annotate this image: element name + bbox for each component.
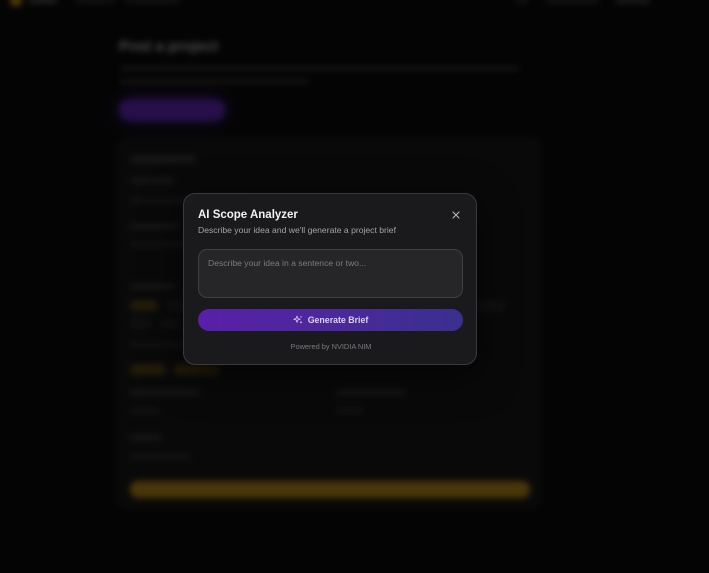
modal-subtitle: Describe your idea and we'll generate a … [198,225,396,235]
powered-by-label: Powered by NVIDIA NIM [290,342,372,351]
idea-input[interactable] [198,249,463,298]
ai-scope-modal: AI Scope Analyzer Describe your idea and… [183,193,477,365]
generate-brief-button[interactable]: Generate Brief [198,309,463,331]
modal-title: AI Scope Analyzer [198,209,298,221]
close-button[interactable] [450,209,462,221]
close-icon [452,211,460,219]
sparkles-icon [293,315,303,324]
generate-brief-label: Generate Brief [307,315,369,325]
